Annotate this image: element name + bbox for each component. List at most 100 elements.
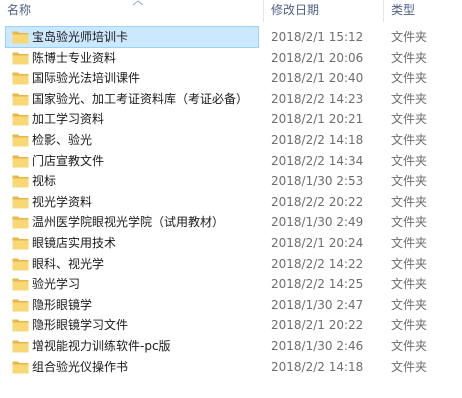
folder-icon — [12, 52, 29, 65]
file-type: 文件夹 — [391, 71, 428, 86]
file-name-cell[interactable]: 隐形眼镜学习文件 — [6, 315, 258, 335]
file-row[interactable]: 视光学资料 2018/2/2 20:22 文件夹 — [0, 192, 462, 213]
file-type: 文件夹 — [391, 215, 428, 230]
folder-icon — [12, 319, 29, 332]
file-row[interactable]: 门店宣教文件 2018/2/2 14:34 文件夹 — [0, 151, 462, 172]
file-type: 文件夹 — [391, 277, 428, 292]
file-name: 检影、验光 — [32, 132, 93, 147]
folder-icon — [12, 113, 29, 126]
file-row[interactable]: 视标 2018/1/30 2:53 文件夹 — [0, 171, 462, 192]
file-row[interactable]: 宝岛验光师培训卡 2018/2/1 15:12 文件夹 — [0, 26, 462, 48]
file-row[interactable]: 增视能视力训练软件-pc版 2018/1/30 2:46 文件夹 — [0, 336, 462, 357]
file-name-cell[interactable]: 门店宣教文件 — [6, 151, 258, 171]
folder-icon — [12, 299, 29, 312]
file-name-cell[interactable]: 陈博士专业资料 — [6, 48, 258, 68]
file-name: 陈博士专业资料 — [32, 50, 117, 65]
file-type: 文件夹 — [391, 235, 428, 250]
file-type: 文件夹 — [391, 174, 428, 189]
column-header-modified[interactable]: 修改日期 — [264, 0, 383, 22]
file-name-cell[interactable]: 宝岛验光师培训卡 — [5, 26, 259, 48]
file-modified-date: 2018/2/2 14:23 — [271, 91, 364, 106]
file-row[interactable]: 验光学习 2018/2/2 14:25 文件夹 — [0, 274, 462, 295]
file-row[interactable]: 眼科、视光学 2018/2/2 14:22 文件夹 — [0, 254, 462, 275]
file-name: 组合验光仪操作书 — [32, 359, 129, 374]
file-modified-date: 2018/2/1 20:22 — [271, 318, 364, 333]
column-header-modified-label: 修改日期 — [271, 3, 320, 17]
file-modified-date: 2018/1/30 2:53 — [271, 174, 364, 189]
file-modified-date: 2018/2/1 20:24 — [271, 235, 364, 250]
file-name: 温州医学院眼视光学院（试用教材） — [32, 215, 225, 230]
file-row[interactable]: 加工学习资料 2018/2/1 20:21 文件夹 — [0, 109, 462, 130]
file-modified-date: 2018/2/1 15:12 — [271, 30, 364, 44]
file-name-cell[interactable]: 视光学资料 — [6, 192, 258, 212]
file-modified-date: 2018/2/2 20:22 — [271, 194, 364, 209]
file-type: 文件夹 — [391, 338, 428, 353]
file-type: 文件夹 — [391, 50, 428, 65]
file-name-cell[interactable]: 隐形眼镜学 — [6, 295, 258, 315]
file-modified-date: 2018/2/1 20:21 — [271, 112, 364, 127]
column-header-type[interactable]: 类型 — [384, 0, 462, 22]
file-modified-date: 2018/2/2 14:25 — [271, 277, 364, 292]
file-name-cell[interactable]: 温州医学院眼视光学院（试用教材） — [6, 212, 258, 232]
file-name: 门店宣教文件 — [32, 153, 105, 168]
file-modified-date: 2018/2/2 14:22 — [271, 256, 364, 271]
column-header-name[interactable]: 名称 — [0, 0, 263, 22]
file-row[interactable]: 陈博士专业资料 2018/2/1 20:06 文件夹 — [0, 48, 462, 69]
file-type: 文件夹 — [391, 256, 428, 271]
folder-icon — [12, 237, 29, 250]
file-name: 国家验光、加工考证资料库（考证必备） — [32, 91, 249, 106]
sort-chevron-up-icon — [132, 0, 144, 6]
folder-icon — [12, 361, 29, 373]
file-type: 文件夹 — [391, 318, 428, 333]
file-modified-date: 2018/1/30 2:47 — [271, 297, 364, 312]
folder-icon — [12, 31, 29, 44]
file-name: 增视能视力训练软件-pc版 — [32, 338, 171, 353]
folder-icon — [12, 93, 29, 106]
file-modified-date: 2018/2/1 20:06 — [271, 50, 364, 65]
file-modified-date: 2018/2/2 14:18 — [271, 359, 364, 374]
file-type: 文件夹 — [391, 132, 428, 147]
file-name-cell[interactable]: 验光学习 — [6, 274, 258, 294]
file-type: 文件夹 — [391, 91, 428, 106]
file-name-cell[interactable]: 眼科、视光学 — [6, 254, 258, 274]
file-modified-date: 2018/2/2 14:18 — [271, 132, 364, 147]
file-name-cell[interactable]: 组合验光仪操作书 — [6, 357, 258, 377]
file-row[interactable]: 国家验光、加工考证资料库（考证必备） 2018/2/2 14:23 文件夹 — [0, 89, 462, 110]
folder-icon — [12, 175, 29, 188]
file-type: 文件夹 — [391, 112, 428, 127]
file-name: 隐形眼镜学习文件 — [32, 318, 129, 333]
file-name-cell[interactable]: 加工学习资料 — [6, 109, 258, 129]
file-name-cell[interactable]: 眼镜店实用技术 — [6, 233, 258, 253]
file-row[interactable]: 眼镜店实用技术 2018/2/1 20:24 文件夹 — [0, 233, 462, 254]
file-name: 国际验光法培训课件 — [32, 71, 141, 86]
file-name-cell[interactable]: 国际验光法培训课件 — [6, 68, 258, 88]
folder-icon — [12, 216, 29, 229]
file-name: 隐形眼镜学 — [32, 297, 93, 312]
file-name: 眼科、视光学 — [32, 256, 105, 271]
folder-icon — [12, 155, 29, 168]
file-type: 文件夹 — [391, 30, 428, 44]
file-row[interactable]: 检影、验光 2018/2/2 14:18 文件夹 — [0, 130, 462, 151]
file-name: 加工学习资料 — [32, 112, 105, 127]
file-name: 宝岛验光师培训卡 — [32, 30, 129, 44]
file-name: 视光学资料 — [32, 194, 93, 209]
file-row[interactable]: 组合验光仪操作书 2018/2/2 14:18 文件夹 — [0, 357, 462, 378]
file-type: 文件夹 — [391, 297, 428, 312]
file-name-cell[interactable]: 国家验光、加工考证资料库（考证必备） — [6, 89, 258, 109]
file-type: 文件夹 — [391, 153, 428, 168]
file-name-cell[interactable]: 视标 — [6, 171, 258, 191]
file-row[interactable]: 隐形眼镜学 2018/1/30 2:47 文件夹 — [0, 295, 462, 316]
file-name: 视标 — [32, 174, 57, 189]
file-list: 宝岛验光师培训卡 2018/2/1 15:12 文件夹 陈博士专业资料 2018/2/1… — [0, 26, 462, 378]
column-header-name-label: 名称 — [7, 3, 32, 17]
file-name-cell[interactable]: 增视能视力训练软件-pc版 — [6, 336, 258, 356]
folder-icon — [12, 196, 29, 209]
file-row[interactable]: 隐形眼镜学习文件 2018/2/1 20:22 文件夹 — [0, 315, 462, 336]
file-type: 文件夹 — [391, 194, 428, 209]
file-type: 文件夹 — [391, 359, 428, 374]
file-row[interactable]: 国际验光法培训课件 2018/2/1 20:40 文件夹 — [0, 68, 462, 89]
file-name-cell[interactable]: 检影、验光 — [6, 130, 258, 150]
file-row[interactable]: 温州医学院眼视光学院（试用教材） 2018/1/30 2:49 文件夹 — [0, 212, 462, 233]
column-header-bar: 名称 修改日期 类型 — [0, 0, 462, 24]
folder-icon — [12, 72, 29, 85]
